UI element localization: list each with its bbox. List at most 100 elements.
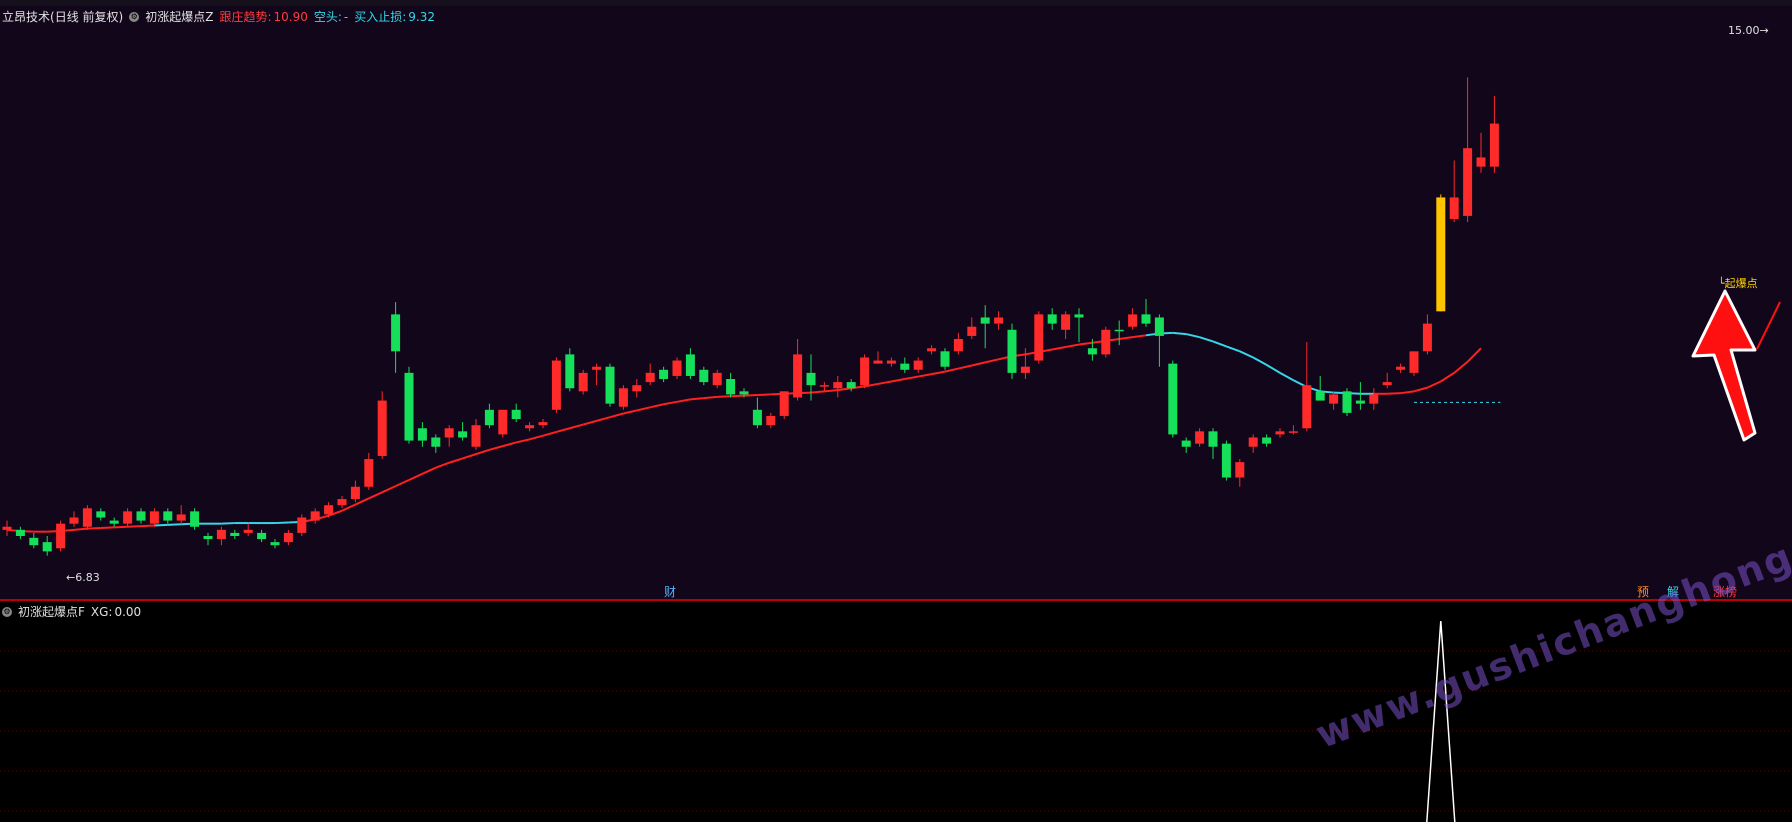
- main-chart-panel[interactable]: 立昂技术 (日线 前复权) ⚙ 初涨起爆点Z 跟庄趋势: 10.90 空头: - 买入…: [0, 6, 1792, 600]
- period-label[interactable]: (日线 前复权): [50, 8, 123, 25]
- candle-body[interactable]: [940, 351, 950, 367]
- candle-body[interactable]: [417, 428, 427, 441]
- stock-name[interactable]: 立昂技术: [2, 8, 50, 25]
- candle-body[interactable]: [1020, 366, 1030, 373]
- candle-body[interactable]: [498, 409, 508, 435]
- candle-body[interactable]: [779, 391, 789, 416]
- candle-body[interactable]: [324, 505, 334, 515]
- candle-body[interactable]: [565, 354, 575, 389]
- candle-body[interactable]: [1047, 314, 1057, 324]
- candle-body[interactable]: [1154, 317, 1164, 336]
- candle-body[interactable]: [1489, 123, 1499, 167]
- candle-body[interactable]: [257, 532, 267, 540]
- candle-body[interactable]: [270, 542, 280, 546]
- candle-body[interactable]: [605, 366, 615, 404]
- candle-body[interactable]: [846, 382, 856, 389]
- candle-body[interactable]: [1248, 437, 1258, 447]
- candle-body[interactable]: [149, 511, 159, 524]
- candle-body[interactable]: [123, 511, 133, 524]
- candle-body[interactable]: [525, 425, 535, 429]
- candle-body[interactable]: [1074, 314, 1084, 318]
- candle-body[interactable]: [1288, 431, 1298, 433]
- candle-body[interactable]: [953, 339, 963, 352]
- candle-body[interactable]: [632, 385, 642, 392]
- candle-body[interactable]: [819, 385, 829, 387]
- candle-body[interactable]: [1141, 314, 1151, 324]
- candle-body[interactable]: [927, 348, 937, 352]
- candle-body[interactable]: [350, 486, 360, 500]
- candle-body[interactable]: [176, 514, 186, 521]
- candle-body[interactable]: [15, 529, 25, 536]
- candle-body[interactable]: [739, 391, 749, 395]
- candle-body[interactable]: [1168, 363, 1178, 435]
- candle-body[interactable]: [377, 400, 387, 456]
- candle-body[interactable]: [659, 369, 669, 380]
- candle-body[interactable]: [96, 511, 106, 518]
- candle-body[interactable]: [1382, 382, 1392, 386]
- gear-icon[interactable]: ⚙: [129, 11, 140, 22]
- candle-body[interactable]: [1396, 366, 1406, 370]
- candle-body[interactable]: [56, 523, 66, 549]
- candle-body[interactable]: [391, 314, 401, 352]
- candle-body[interactable]: [1355, 400, 1365, 404]
- candle-body[interactable]: [1369, 394, 1379, 404]
- candle-body[interactable]: [471, 425, 481, 447]
- candle-body[interactable]: [752, 409, 762, 426]
- candle-body[interactable]: [431, 437, 441, 447]
- candle-body[interactable]: [404, 372, 414, 441]
- candle-body[interactable]: [458, 431, 468, 438]
- candle-body[interactable]: [913, 360, 923, 370]
- candle-body[interactable]: [726, 379, 736, 395]
- candle-body[interactable]: [69, 517, 79, 524]
- candle-body[interactable]: [873, 360, 883, 364]
- candle-body[interactable]: [699, 369, 709, 383]
- candle-body[interactable]: [1221, 443, 1231, 478]
- candle-body[interactable]: [860, 357, 870, 386]
- candle-body[interactable]: [444, 428, 454, 438]
- candle-body[interactable]: [1315, 391, 1325, 401]
- candle-body[interactable]: [967, 326, 977, 336]
- candle-body[interactable]: [203, 535, 213, 540]
- candle-body[interactable]: [511, 409, 521, 420]
- candle-body[interactable]: [1181, 440, 1191, 447]
- candle-body[interactable]: [793, 354, 803, 398]
- candle-body[interactable]: [578, 372, 588, 392]
- candle-body[interactable]: [980, 317, 990, 324]
- candle-body[interactable]: [538, 422, 548, 426]
- candle-body[interactable]: [645, 372, 655, 383]
- candle-body[interactable]: [364, 459, 374, 487]
- candle-body[interactable]: [283, 532, 293, 543]
- candle-body[interactable]: [900, 363, 910, 370]
- candle-body[interactable]: [886, 360, 896, 364]
- candle-body[interactable]: [337, 499, 347, 506]
- candle-body[interactable]: [1195, 431, 1205, 444]
- candle-body[interactable]: [136, 511, 146, 521]
- candle-body[interactable]: [1007, 329, 1017, 373]
- candle-body[interactable]: [833, 382, 843, 389]
- candle-body[interactable]: [484, 409, 494, 426]
- candle-body[interactable]: [1034, 314, 1044, 361]
- candle-body[interactable]: [230, 532, 240, 536]
- candle-body[interactable]: [1409, 351, 1419, 373]
- candle-body[interactable]: [1235, 462, 1245, 478]
- candle-body[interactable]: [1342, 391, 1352, 413]
- candle-body[interactable]: [592, 366, 602, 370]
- candle-body[interactable]: [766, 415, 776, 426]
- candle-body[interactable]: [243, 529, 253, 533]
- candle-body[interactable]: [1114, 329, 1124, 332]
- candle-body[interactable]: [1463, 148, 1473, 216]
- candle-body[interactable]: [1262, 437, 1272, 444]
- event-tag-finance[interactable]: 财: [662, 583, 678, 600]
- candle-body[interactable]: [806, 372, 816, 386]
- candle-body[interactable]: [310, 511, 320, 521]
- candle-body[interactable]: [42, 542, 52, 552]
- candle-body[interactable]: [1128, 314, 1138, 327]
- candle-body[interactable]: [29, 537, 39, 546]
- candle-body[interactable]: [712, 372, 722, 386]
- candle-body[interactable]: [1329, 394, 1339, 404]
- candle-body[interactable]: [1436, 197, 1446, 312]
- candle-body[interactable]: [109, 520, 119, 524]
- candle-body[interactable]: [1087, 348, 1097, 355]
- candle-body[interactable]: [190, 511, 200, 527]
- candle-body[interactable]: [1422, 323, 1432, 352]
